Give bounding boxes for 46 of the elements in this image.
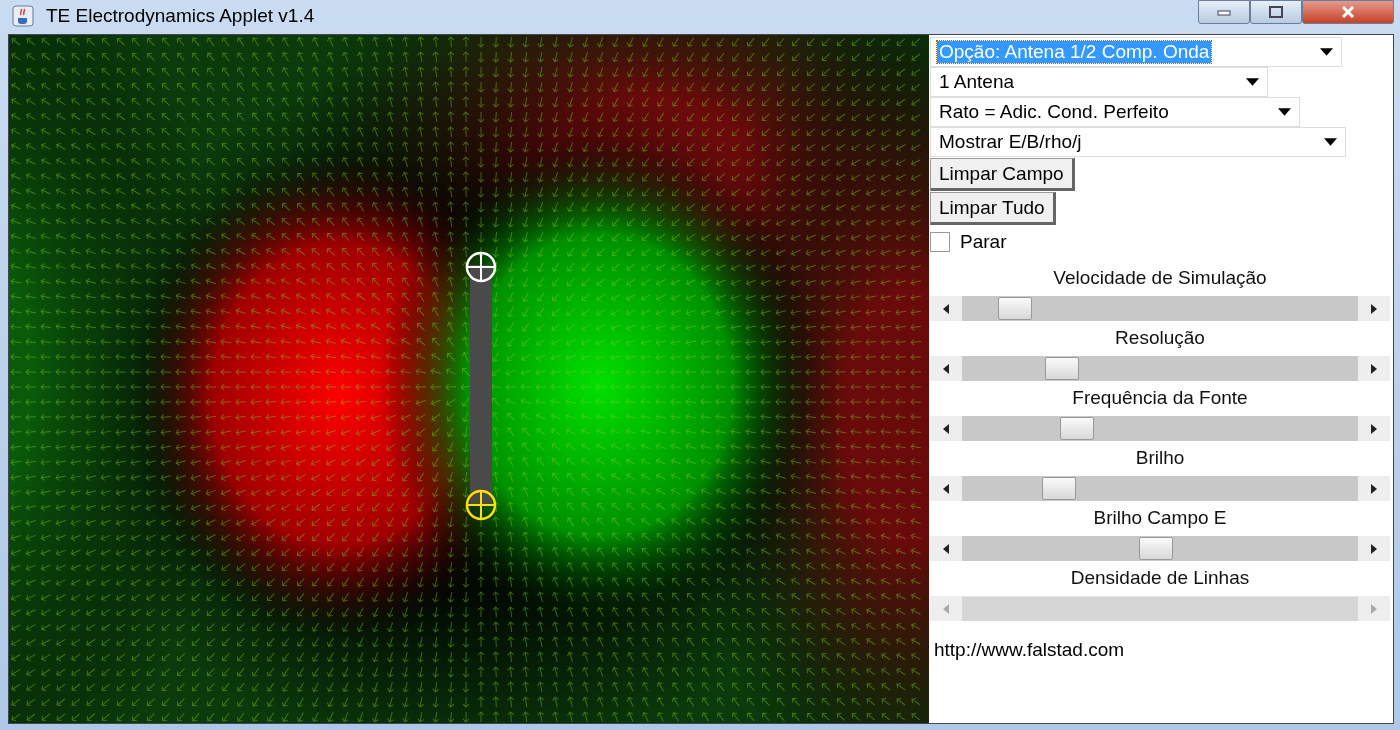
left-arrow-icon[interactable] [943, 363, 949, 374]
dropdown[interactable]: 1 Antena [930, 67, 1268, 97]
scrollbar[interactable] [930, 356, 1390, 381]
close-button[interactable] [1302, 0, 1394, 24]
right-arrow-icon[interactable] [1371, 363, 1377, 374]
minimize-icon [1217, 8, 1231, 16]
slider-label: Brilho Campo E [1092, 506, 1228, 530]
right-arrow-icon[interactable] [1371, 303, 1377, 314]
left-arrow-icon[interactable] [943, 483, 949, 494]
push-button[interactable]: Limpar Campo [930, 158, 1075, 191]
right-arrow-icon[interactable] [1371, 483, 1377, 494]
maximize-icon [1269, 6, 1283, 18]
scrollbar[interactable] [930, 536, 1390, 561]
slider-thumb[interactable] [1041, 477, 1076, 500]
left-arrow-icon[interactable] [943, 423, 949, 434]
checkbox-label: Parar [960, 231, 1007, 253]
slider-thumb[interactable] [998, 297, 1033, 320]
slider-label: Densidade de Linhas [1069, 566, 1251, 590]
checkbox[interactable] [930, 232, 950, 252]
dropdown[interactable]: Rato = Adic. Cond. Perfeito [930, 97, 1300, 127]
caret-icon [1246, 78, 1259, 86]
slider-thumb[interactable] [1045, 357, 1080, 380]
slider-label: Frequência da Fonte [1071, 386, 1249, 410]
minimize-button[interactable] [1198, 0, 1250, 24]
slider-label: Velocidade de Simulação [1052, 266, 1268, 290]
scrollbar[interactable] [930, 476, 1390, 501]
right-arrow-icon[interactable] [1371, 543, 1377, 554]
website-link[interactable]: http://www.falstad.com [934, 639, 1125, 661]
push-button[interactable]: Limpar Tudo [930, 192, 1056, 225]
left-arrow-icon[interactable] [943, 543, 949, 554]
java-cup-icon [12, 5, 34, 27]
right-arrow-icon[interactable] [1371, 423, 1377, 434]
scrollbar[interactable] [930, 416, 1390, 441]
slider-thumb[interactable] [1059, 417, 1094, 440]
caret-icon [1320, 48, 1333, 56]
slider-label: Brilho [1134, 446, 1186, 470]
slider-label: Resolução [1114, 326, 1206, 350]
scrollbar[interactable] [930, 296, 1390, 321]
close-icon [1341, 6, 1355, 18]
maximize-button[interactable] [1250, 0, 1302, 24]
caret-icon [1278, 108, 1291, 116]
slider-thumb[interactable] [1139, 537, 1174, 560]
caret-icon [1324, 138, 1337, 146]
dropdown[interactable]: Mostrar E/B/rho/j [930, 127, 1346, 157]
window-title: TE Electrodynamics Applet v1.4 [46, 5, 315, 27]
left-arrow-icon[interactable] [943, 303, 949, 314]
